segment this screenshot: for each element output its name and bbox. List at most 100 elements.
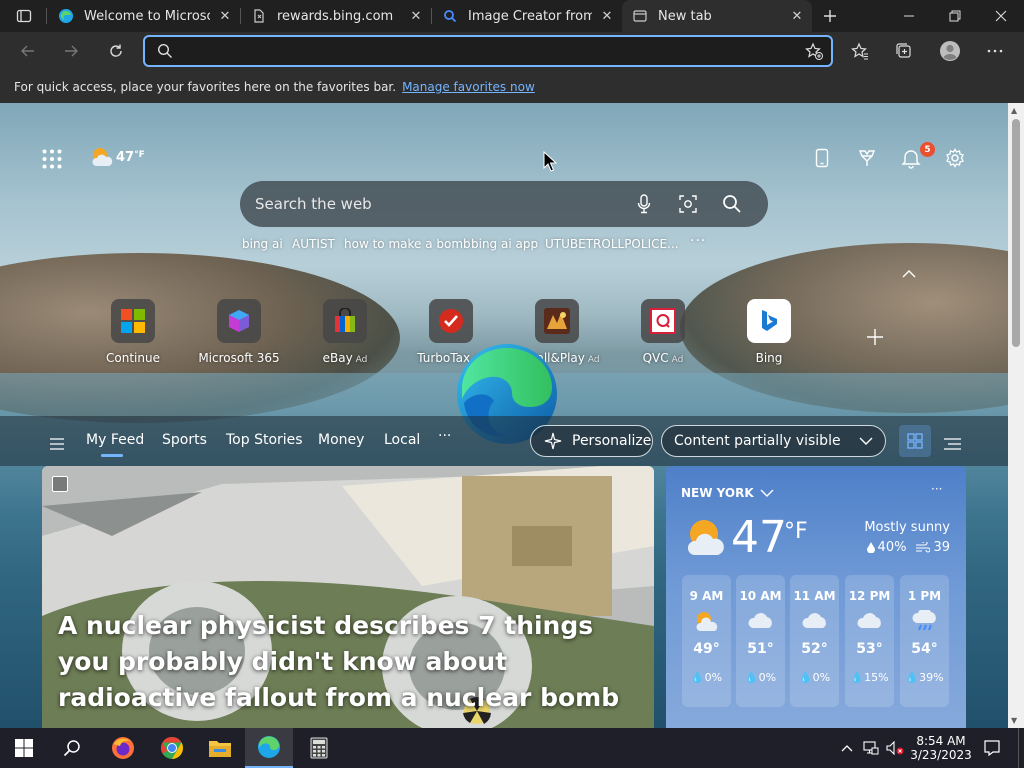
weather-mini[interactable]: 47 °F: [90, 146, 145, 168]
cloud-icon: [790, 603, 839, 639]
quick-link-ebay[interactable]: eBay Ad: [300, 299, 390, 365]
manage-favorites-link[interactable]: Manage favorites now: [402, 80, 535, 94]
grid-layout-button[interactable]: [899, 425, 931, 457]
tab-rewards[interactable]: rewards.bing.com ✕: [241, 0, 431, 32]
arrow-left-icon: [21, 45, 34, 57]
quick-link-label: QVC: [642, 351, 669, 365]
hourly-temp: 53°: [856, 641, 883, 657]
tab-image-creator[interactable]: Image Creator from Mi ✕: [432, 0, 622, 32]
start-button[interactable]: [0, 728, 48, 768]
hourly-forecast-item[interactable]: 9 AM 49° 💧0%: [682, 575, 731, 707]
network-button[interactable]: [860, 728, 882, 768]
tab-welcome[interactable]: Welcome to Microsoft E ✕: [48, 0, 240, 32]
quick-link-microsoft-365[interactable]: Microsoft 365: [194, 299, 284, 365]
clock[interactable]: 8:54 AM 3/23/2023: [908, 728, 974, 768]
hourly-forecast-item[interactable]: 11 AM 52° 💧0%: [790, 575, 839, 707]
news-headline[interactable]: A nuclear physicist describes 7 things y…: [58, 608, 638, 716]
tab-new-tab[interactable]: New tab ✕: [622, 0, 812, 32]
quick-link-continue[interactable]: Continue: [88, 299, 178, 365]
personalize-button[interactable]: Personalize: [530, 425, 653, 457]
weather-location[interactable]: NEW YORK: [681, 486, 774, 500]
volume-muted-icon: [886, 741, 904, 755]
refresh-button[interactable]: [100, 36, 132, 66]
weather-more-button[interactable]: ···: [931, 482, 942, 496]
plus-icon: [824, 10, 836, 22]
feed-tab-sports[interactable]: Sports: [162, 432, 207, 448]
hamburger-menu-icon[interactable]: [50, 435, 64, 454]
firefox-icon: [112, 737, 134, 759]
close-tab-icon[interactable]: ✕: [401, 9, 431, 24]
feed-more-button[interactable]: ···: [438, 428, 451, 444]
scrollbar-thumb[interactable]: [1012, 119, 1020, 347]
hourly-temp: 49°: [693, 641, 720, 657]
feed-tab-local[interactable]: Local: [384, 432, 420, 448]
add-favorite-icon[interactable]: [805, 42, 823, 64]
visual-search-icon[interactable]: [677, 193, 699, 215]
close-tab-icon[interactable]: ✕: [782, 9, 812, 24]
taskbar-chrome[interactable]: [148, 728, 196, 768]
tab-actions-button[interactable]: [8, 0, 40, 32]
notifications-button[interactable]: 5: [900, 142, 935, 173]
taskbar-firefox[interactable]: [99, 728, 147, 768]
add-quick-link-button[interactable]: [866, 328, 884, 350]
collections-button[interactable]: [888, 36, 920, 66]
hourly-forecast-item[interactable]: 12 PM 53° 💧15%: [845, 575, 894, 707]
mobile-app-button[interactable]: [815, 148, 829, 172]
rewards-button[interactable]: [857, 148, 877, 172]
search-submit-icon[interactable]: [721, 193, 743, 215]
close-tab-icon[interactable]: ✕: [592, 9, 622, 24]
microphone-icon[interactable]: [633, 193, 655, 215]
trending-search-item[interactable]: AUTIST: [292, 237, 335, 251]
scroll-up-arrow-icon[interactable]: ▲: [1011, 106, 1017, 115]
feed-tab-my-feed[interactable]: My Feed: [86, 432, 144, 448]
collapse-chevron-up-icon[interactable]: [902, 263, 916, 282]
quick-link-qvc[interactable]: QVC Ad: [618, 299, 708, 365]
back-button[interactable]: [12, 36, 44, 66]
newtab-icon: [632, 8, 648, 24]
feed-tab-money[interactable]: Money: [318, 432, 364, 448]
notification-center-button[interactable]: [978, 728, 1006, 768]
taskbar-calculator[interactable]: [295, 728, 343, 768]
trending-search-item[interactable]: UTUBETROLLPOLICE...: [545, 237, 679, 251]
edge-icon: [58, 8, 74, 24]
page-scrollbar[interactable]: ▲ ▼: [1008, 103, 1024, 728]
close-tab-icon[interactable]: ✕: [210, 9, 240, 24]
show-hidden-icons-button[interactable]: [836, 728, 858, 768]
page-settings-button[interactable]: [945, 148, 965, 172]
news-card[interactable]: A nuclear physicist describes 7 things y…: [42, 466, 654, 728]
tab-title: Image Creator from Mi: [468, 8, 592, 24]
address-bar[interactable]: [143, 35, 833, 67]
minimize-button[interactable]: [886, 0, 932, 32]
content-visibility-dropdown[interactable]: Content partially visible: [661, 425, 886, 457]
hourly-precip-value: 0%: [812, 671, 831, 684]
taskbar-search-button[interactable]: [48, 728, 96, 768]
taskbar-file-explorer[interactable]: [196, 728, 244, 768]
web-search-box[interactable]: Search the web: [240, 181, 768, 227]
show-desktop-button[interactable]: [1018, 728, 1024, 768]
weather-card[interactable]: NEW YORK ··· 47 °F Mostly sunny 40% 39 9…: [666, 466, 966, 728]
restore-button[interactable]: [932, 0, 978, 32]
forward-button[interactable]: [55, 36, 87, 66]
trending-more-button[interactable]: ···: [690, 233, 706, 249]
settings-and-more-button[interactable]: [979, 36, 1011, 66]
scroll-down-arrow-icon[interactable]: ▼: [1011, 716, 1017, 725]
trending-search-item[interactable]: bing ai: [242, 237, 283, 251]
list-layout-button[interactable]: [944, 435, 961, 454]
hourly-forecast-item[interactable]: 1 PM 54° 💧39%: [900, 575, 949, 707]
volume-button[interactable]: [884, 728, 906, 768]
close-window-button[interactable]: [978, 0, 1024, 32]
quick-link-bing[interactable]: Bing: [724, 299, 814, 365]
tab-separator: [46, 8, 47, 24]
apps-launcher-button[interactable]: [42, 149, 62, 173]
game-art-icon: [535, 299, 579, 343]
trending-search-item[interactable]: how to make a bomb: [344, 237, 471, 251]
tab-actions-icon: [16, 9, 32, 23]
taskbar-edge[interactable]: [245, 728, 293, 768]
favorites-button[interactable]: [844, 36, 876, 66]
profile-button[interactable]: [934, 36, 966, 66]
feed-tab-top-stories[interactable]: Top Stories: [226, 432, 303, 448]
active-tab-indicator: [101, 454, 123, 457]
hourly-forecast-item[interactable]: 10 AM 51° 💧0%: [736, 575, 785, 707]
new-tab-button[interactable]: [814, 0, 846, 32]
trending-search-item[interactable]: bing ai app: [471, 237, 538, 251]
